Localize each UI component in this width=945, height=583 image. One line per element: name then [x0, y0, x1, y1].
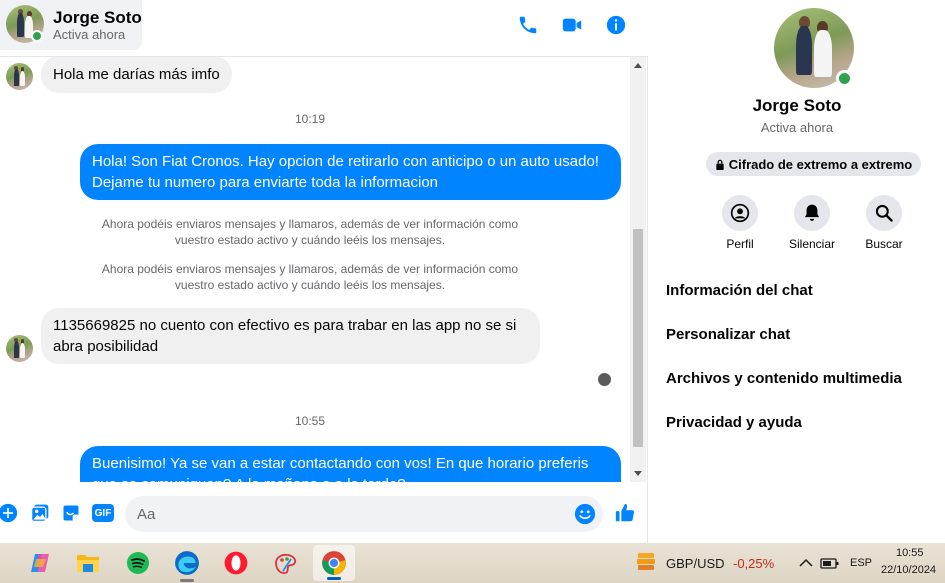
ticker-label[interactable]: GBP/USD: [666, 556, 725, 571]
lock-icon: [716, 159, 724, 170]
clock-time[interactable]: 10:55: [896, 547, 924, 559]
timestamp-separator: 10:55: [294, 414, 326, 428]
search-action[interactable]: Buscar: [849, 195, 919, 251]
outgoing-message[interactable]: Hola! Son Fiat Cronos. Hay opcion de ret…: [80, 144, 621, 200]
paint-icon[interactable]: [271, 548, 301, 578]
chrome-icon[interactable]: [319, 548, 349, 578]
incoming-message[interactable]: Hola me darías más imfo: [41, 57, 232, 93]
mute-action-label: Silenciar: [788, 237, 836, 251]
edge-running-indicator: [180, 579, 194, 582]
message-list[interactable]: Hola me darías más imfo 10:19 Hola! Son …: [0, 57, 630, 482]
contact-header-button[interactable]: Jorge Soto Activa ahora: [0, 0, 142, 50]
info-icon[interactable]: [604, 13, 628, 37]
video-call-icon[interactable]: [560, 13, 584, 37]
gif-label: GIF: [92, 504, 114, 522]
encryption-badge[interactable]: Cifrado de extremo a extremo: [706, 152, 921, 176]
incoming-message[interactable]: 1135669825 no cuento con efectivo es par…: [41, 308, 540, 364]
outgoing-message[interactable]: Buenisimo! Ya se van a estar contactando…: [80, 446, 621, 482]
phone-icon[interactable]: [516, 13, 540, 37]
sender-avatar: [6, 335, 33, 362]
scroll-thumb[interactable]: [633, 229, 643, 447]
plus-icon[interactable]: [0, 502, 19, 524]
battery-plug-icon[interactable]: [815, 548, 845, 578]
profile-action-label: Perfil: [726, 237, 754, 251]
profile-action[interactable]: Perfil: [705, 195, 775, 251]
ticker-value[interactable]: -0,25%: [733, 556, 774, 571]
gif-icon[interactable]: GIF: [91, 502, 115, 524]
media-files-menu-item[interactable]: Archivos y contenido multimedia: [666, 370, 902, 387]
scroll-up-arrow[interactable]: [634, 63, 642, 68]
copilot-icon[interactable]: [25, 548, 55, 578]
composer-bar: GIF: [0, 492, 648, 536]
system-notice: Ahora podéis enviaros mensajes y llamaro…: [101, 262, 519, 292]
message-input-box[interactable]: [125, 496, 603, 532]
read-receipt-avatar: [598, 373, 611, 386]
timestamp-separator: 10:19: [294, 112, 326, 126]
input-language[interactable]: ESP: [850, 557, 872, 569]
encryption-label: Cifrado de extremo a extremo: [728, 156, 913, 172]
search-action-label: Buscar: [865, 237, 903, 251]
bell-icon[interactable]: [794, 195, 830, 231]
spotify-icon[interactable]: [123, 548, 153, 578]
system-notice: Ahora podéis enviaros mensajes y llamaro…: [101, 217, 519, 247]
edge-icon[interactable]: [172, 548, 202, 582]
chat-header: Jorge Soto Activa ahora: [0, 0, 648, 57]
contact-name: Jorge Soto: [53, 8, 142, 27]
stock-ticker-icon[interactable]: [631, 548, 661, 578]
opera-icon[interactable]: [221, 548, 251, 578]
file-explorer-icon[interactable]: [73, 548, 103, 578]
profile-name: Jorge Soto: [752, 96, 842, 115]
windows-taskbar: GBP/USD -0,25% ESP 10:55 22/10/2024: [0, 543, 945, 583]
profile-icon[interactable]: [722, 195, 758, 231]
message-input[interactable]: [137, 504, 557, 524]
emoji-icon[interactable]: [574, 503, 596, 525]
mute-action[interactable]: Silenciar: [777, 195, 847, 251]
conversation-info-panel: Jorge Soto Activa ahora Cifrado de extre…: [649, 0, 945, 543]
customize-chat-menu-item[interactable]: Personalizar chat: [666, 326, 790, 343]
contact-status: Activa ahora: [53, 27, 126, 42]
sticker-icon[interactable]: [60, 502, 82, 524]
profile-status: Activa ahora: [760, 120, 834, 135]
clock-date[interactable]: 22/10/2024: [881, 564, 936, 576]
scroll-down-arrow[interactable]: [634, 471, 642, 476]
image-icon[interactable]: [29, 502, 51, 524]
message-scrollbar[interactable]: [630, 57, 646, 482]
like-icon[interactable]: [614, 502, 636, 524]
chat-pane: Jorge Soto Activa ahora Hola me darías m…: [0, 0, 648, 543]
chat-info-menu-item[interactable]: Información del chat: [666, 282, 813, 299]
messenger-window: Jorge Soto Activa ahora Hola me darías m…: [0, 0, 945, 543]
privacy-help-menu-item[interactable]: Privacidad y ayuda: [666, 414, 802, 431]
online-status-dot: [31, 30, 43, 42]
online-status-dot: [836, 70, 853, 87]
sender-avatar: [6, 63, 33, 90]
search-icon[interactable]: [866, 195, 902, 231]
